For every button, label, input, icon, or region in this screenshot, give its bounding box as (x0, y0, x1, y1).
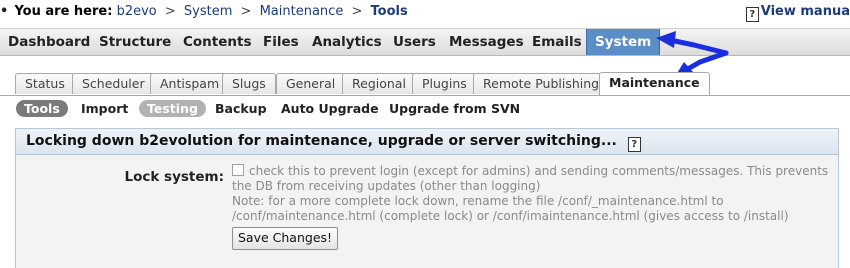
breadcrumb-prefix: You are here: (14, 4, 113, 19)
lock-system-checkbox[interactable] (232, 164, 244, 176)
menu-item-structure[interactable]: Structure (91, 29, 179, 55)
main-menu: Dashboard Structure Contents Files Analy… (0, 28, 850, 56)
subtab-auto-upgrade[interactable]: Auto Upgrade (281, 100, 379, 117)
save-changes-button[interactable]: Save Changes! (232, 227, 339, 250)
lock-system-description: check this to prevent login (except for … (232, 164, 829, 193)
lock-system-panel: Locking down b2evolution for maintenance… (15, 128, 839, 268)
subtab-testing[interactable]: Testing (139, 100, 206, 117)
breadcrumb: • You are here: b2evo > System > Mainten… (0, 4, 408, 22)
breadcrumb-link-maintenance[interactable]: Maintenance (260, 4, 344, 19)
menu-item-users[interactable]: Users (385, 29, 444, 55)
breadcrumb-separator: > (351, 4, 363, 19)
breadcrumb-current: Tools (370, 4, 408, 19)
help-book-icon: ? (745, 7, 759, 22)
subtab-tools[interactable]: Tools (16, 100, 68, 117)
panel-title: Locking down b2evolution for maintenance… (16, 129, 838, 155)
tab-maintenance[interactable]: Maintenance (599, 72, 710, 95)
maintenance-subtabs: Tools Import Testing Backup Auto Upgrade… (0, 100, 850, 118)
menu-item-dashboard[interactable]: Dashboard (0, 29, 98, 55)
subtab-backup[interactable]: Backup (215, 100, 267, 117)
tab-status[interactable]: Status (15, 73, 75, 94)
menu-item-system[interactable]: System (586, 29, 661, 55)
subtab-import[interactable]: Import (81, 100, 128, 117)
tab-general[interactable]: General (276, 73, 346, 94)
tab-slugs[interactable]: Slugs (222, 73, 276, 94)
tab-antispam[interactable]: Antispam (150, 73, 230, 94)
lock-system-label: Lock system: (124, 169, 224, 185)
tab-remote-publishing[interactable]: Remote Publishing (473, 73, 610, 94)
subtab-upgrade-from-svn[interactable]: Upgrade from SVN (389, 100, 520, 117)
system-tabs: Status Scheduler Antispam Slugs General … (0, 72, 850, 96)
tab-regional[interactable]: Regional (342, 73, 416, 94)
tab-scheduler[interactable]: Scheduler (72, 73, 155, 94)
lock-system-field: check this to prevent login (except for … (232, 164, 832, 224)
breadcrumb-bullet: • (0, 4, 9, 19)
breadcrumb-link-b2evo[interactable]: b2evo (117, 4, 157, 19)
menu-item-analytics[interactable]: Analytics (304, 29, 390, 55)
breadcrumb-separator: > (164, 4, 176, 19)
tab-plugins[interactable]: Plugins (412, 73, 477, 94)
breadcrumb-link-system[interactable]: System (184, 4, 232, 19)
panel-title-text: Locking down b2evolution for maintenance… (26, 133, 617, 149)
help-book-icon[interactable]: ? (627, 137, 641, 152)
view-manual-label: View manua (760, 4, 850, 19)
menu-item-messages[interactable]: Messages (441, 29, 532, 55)
menu-item-contents[interactable]: Contents (175, 29, 260, 55)
menu-item-emails[interactable]: Emails (524, 29, 590, 55)
view-manual-link[interactable]: ? View manua (745, 4, 850, 22)
breadcrumb-separator: > (240, 4, 252, 19)
lock-system-note: Note: for a more complete lock down, ren… (232, 194, 789, 223)
menu-item-files[interactable]: Files (255, 29, 307, 55)
